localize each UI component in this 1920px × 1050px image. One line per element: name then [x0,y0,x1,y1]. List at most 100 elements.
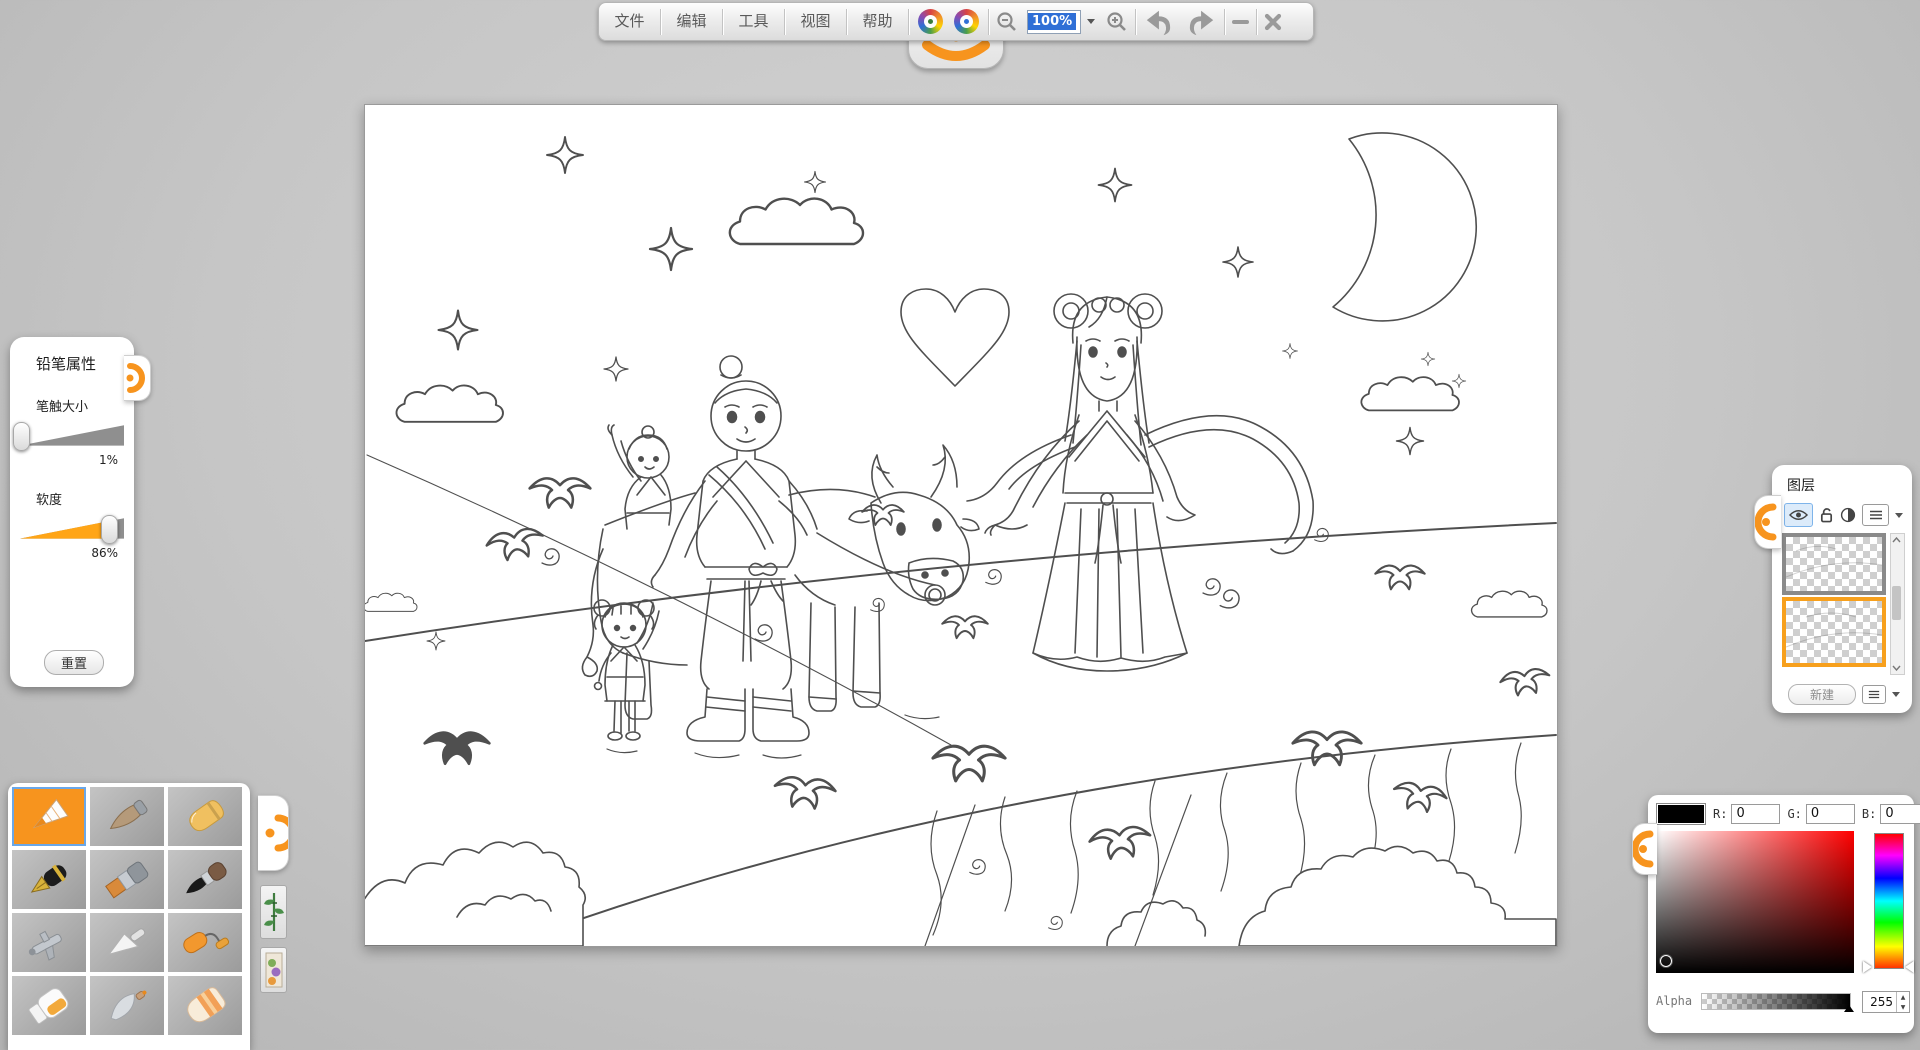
tool-grid [8,783,250,1039]
alpha-marker-icon[interactable] [1844,1005,1854,1012]
alpha-up-icon[interactable]: ▲ [1897,992,1909,1002]
undo-button[interactable] [1136,6,1180,38]
r-label: R: [1713,807,1727,821]
paint-roller-icon [177,922,233,964]
tool-paint-brush[interactable] [90,850,164,909]
softness-label: 软度 [10,467,134,508]
desktop: { "app": { "background_color": "#c6c6c6"… [0,0,1920,1050]
tool-fountain-pen[interactable] [12,850,86,909]
softness-thumb[interactable] [101,515,118,544]
pencil-icon [21,796,77,838]
minimize-button[interactable] [1225,6,1256,38]
menu-tools[interactable]: 工具 [723,3,784,40]
menu-help[interactable]: 帮助 [847,3,908,40]
zoom-level-input[interactable]: 100% [1027,10,1081,34]
menu-edit[interactable]: 编辑 [661,3,722,40]
tool-crayon[interactable] [168,787,242,846]
clown-ear-icon [258,796,288,870]
slider-track [20,421,124,451]
tool-airbrush[interactable] [12,913,86,972]
layers-options-caret[interactable] [1892,692,1900,697]
paint-jar-icon [21,985,77,1027]
alpha-spinner-arrows[interactable]: ▲ ▼ [1896,992,1909,1012]
g-input[interactable]: 0 [1806,804,1855,824]
layers-icon-row [1772,495,1912,527]
bamboo-stamp-button[interactable] [260,885,287,939]
alpha-down-icon[interactable]: ▼ [1897,1002,1909,1012]
fountain-pen-icon [21,859,77,901]
paint-brush-icon [99,859,155,901]
picture-stamp-button[interactable] [260,947,287,993]
menu-lines-icon [1869,510,1883,520]
reset-button[interactable]: 重置 [44,650,104,675]
softness-slider[interactable] [20,514,124,544]
tool-carving-knife[interactable] [90,976,164,1035]
tool-pencil[interactable] [12,787,86,846]
pencil-properties-panel: 铅笔属性 笔触大小 1% 软度 86% 重置 [10,337,134,687]
zoom-dropdown-caret[interactable] [1087,19,1095,24]
tool-eraser[interactable] [168,976,242,1035]
rainbow-left-eye-icon[interactable] [909,6,952,38]
zoom-in-button[interactable] [1099,6,1135,38]
alpha-slider[interactable] [1701,993,1851,1010]
layer-2-thumbnail[interactable] [1782,597,1886,667]
weaver-girl [967,294,1313,671]
layer-list-scrollbar[interactable] [1890,533,1905,675]
scroll-up-icon[interactable] [1891,534,1902,546]
ink-brush-icon [177,859,233,901]
hue-marker-right-icon[interactable] [1905,961,1914,973]
menu-file[interactable]: 文件 [599,3,660,40]
pencil-panel-clown-tab[interactable] [124,355,151,401]
menu-view[interactable]: 视图 [785,3,846,40]
alpha-spinbox[interactable]: 255 ▲ ▼ [1862,991,1910,1013]
redo-button[interactable] [1180,6,1224,38]
color-panel-clown-tab[interactable] [1632,823,1657,875]
brush-size-slider[interactable] [20,421,124,451]
canvas-drawing [365,105,1557,946]
tool-paint-roller[interactable] [168,913,242,972]
bamboo-icon [263,889,285,935]
scroll-down-icon[interactable] [1891,662,1902,674]
alpha-value: 255 [1863,995,1896,1009]
unlock-icon[interactable] [1819,507,1834,523]
layers-panel-clown-tab[interactable] [1754,495,1781,549]
hue-marker-left-icon[interactable] [1863,961,1872,973]
new-layer-button[interactable]: 新建 [1788,684,1856,705]
color-picker-cursor[interactable] [1660,955,1672,967]
zoom-in-icon [1106,11,1128,33]
picture-stamp-icon [265,951,283,989]
tool-ink-brush[interactable] [168,850,242,909]
layer-menu-caret[interactable] [1895,513,1903,518]
tool-palette-knife[interactable] [90,913,164,972]
layers-options-button[interactable] [1862,685,1886,704]
brush-size-thumb[interactable] [13,422,30,451]
layer-1-thumbnail[interactable] [1782,533,1886,595]
layer-visibility-button[interactable] [1784,503,1813,527]
color-picker-panel: R: 0 G: 0 B: 0 Alpha 255 ▲ ▼ [1648,795,1914,1033]
saturation-value-picker[interactable] [1656,831,1854,973]
carving-knife-icon [99,985,155,1027]
opacity-icon[interactable] [1840,507,1856,523]
tool-paint-jar[interactable] [12,976,86,1035]
r-input[interactable]: 0 [1731,804,1780,824]
minimize-icon [1232,20,1249,24]
layer-menu-button[interactable] [1862,504,1889,526]
rgb-row: R: 0 G: 0 B: 0 [1656,803,1920,825]
layer-2-sketch-preview [1786,601,1882,663]
palette-side-tabs [258,783,292,1050]
palette-clown-tab[interactable] [258,795,289,871]
scrollbar-thumb[interactable] [1892,586,1901,620]
hue-bar[interactable] [1874,833,1904,969]
zoom-out-button[interactable] [989,6,1025,38]
rainbow-right-eye-icon[interactable] [952,6,988,38]
alpha-row: Alpha 255 ▲ ▼ [1656,991,1906,1013]
close-button[interactable] [1257,6,1289,38]
zoom-level-value: 100% [1028,13,1076,30]
tool-charcoal-stick[interactable] [90,787,164,846]
b-input[interactable]: 0 [1880,804,1920,824]
layers-bottom-row: 新建 [1772,684,1920,705]
crayon-icon [177,796,233,838]
drawing-canvas[interactable] [364,104,1558,947]
layers-panel-title: 图层 [1772,465,1912,495]
clown-ear-icon [124,356,150,400]
